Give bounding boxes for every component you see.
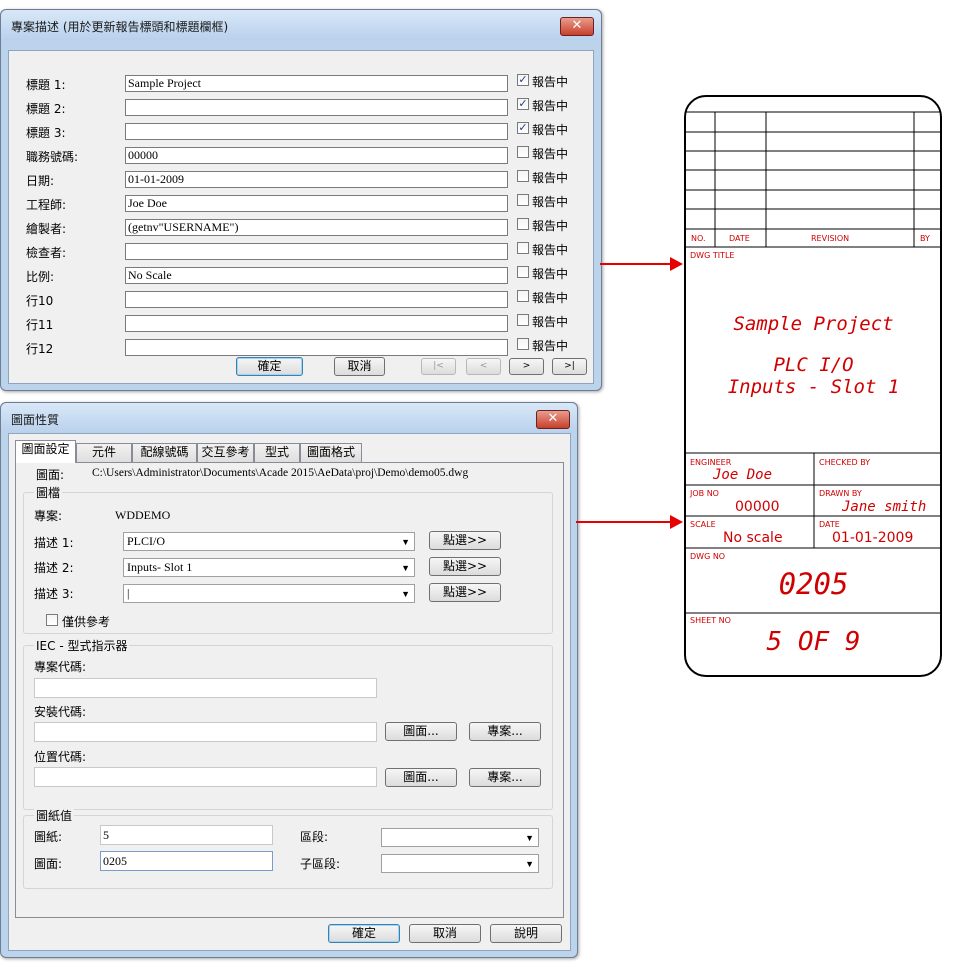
title-block-grid [686,111,941,614]
scale-label: SCALE [690,520,716,529]
engineer-value: Joe Doe [713,467,773,483]
drawing-title-label: DWG TITLE [690,251,735,260]
date-label: DATE [819,520,840,529]
sheet-number-value: 5 OF 9 [766,627,861,657]
sheet-number-label: SHEET NO [690,616,731,625]
drawn-by-value: Jane smith [842,499,927,515]
engineer-label: ENGINEER [690,458,732,467]
scale-value: No scale [723,530,783,546]
drawing-number-value: 0205 [778,567,849,601]
drawn-by-label: DRAWN BY [819,489,862,498]
revision-date-header: DATE [729,234,750,243]
revision-by-header: BY [920,234,930,243]
revision-no-header: NO. [691,234,706,243]
drawing-number-label: DWG NO [690,552,726,561]
tab-drawing-settings[interactable]: 圖面設定 [15,440,76,463]
job-number-value: 00000 [735,499,780,515]
title-line-2: PLC I/O [773,354,854,376]
date-value: 01-01-2009 [832,530,914,546]
title-line-1: Sample Project [733,313,894,335]
checked-by-label: CHECKED BY [819,458,871,467]
revision-header: REVISION [811,234,850,243]
job-number-label: JOB NO [690,489,719,498]
title-line-3: Inputs - Slot 1 [727,376,900,398]
